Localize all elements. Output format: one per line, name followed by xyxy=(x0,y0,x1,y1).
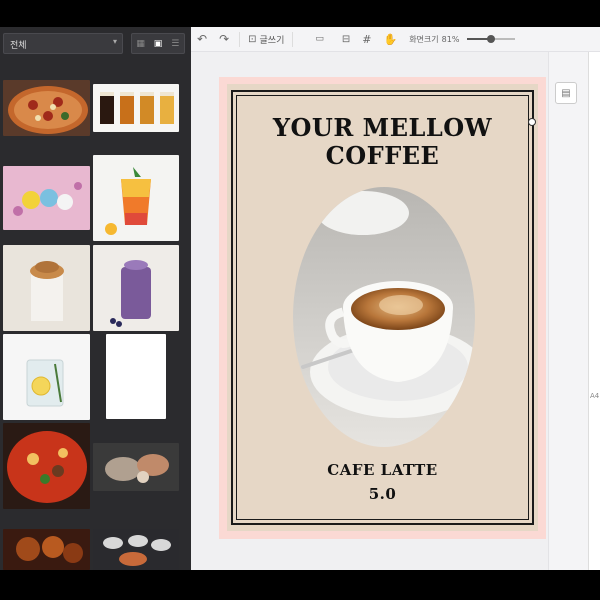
text-box-icon: ⊡ xyxy=(248,33,257,45)
view-grid-icon[interactable]: ▣ xyxy=(149,34,166,53)
latte-cup-image xyxy=(293,187,475,447)
thumbnail-seafood[interactable] xyxy=(93,443,179,491)
fruit-drink-image xyxy=(93,155,179,241)
beer-glasses-image xyxy=(93,84,179,132)
poster-title-line1: YOUR MELLOW xyxy=(272,113,493,142)
redo-button[interactable]: ↷ xyxy=(213,27,235,52)
thumbnail-dalgona-coffee[interactable] xyxy=(3,245,90,331)
page-size-label: A4 xyxy=(590,392,600,400)
thumbnail-spicy-stew[interactable] xyxy=(3,423,90,509)
pizza-image xyxy=(3,80,90,136)
poster-page[interactable]: YOUR MELLOW COFFEE CAFE LATTE 5.0 xyxy=(227,84,538,531)
thumbnail-berry-smoothie[interactable] xyxy=(93,245,179,331)
berry-smoothie-image xyxy=(93,245,179,331)
hand-tool-button[interactable]: ✋ xyxy=(377,27,403,52)
spellcheck-button[interactable]: ▭ xyxy=(297,27,336,52)
thumbnail-blank[interactable] xyxy=(106,334,166,419)
poster-title-line2: COFFEE xyxy=(325,141,440,170)
poster-title[interactable]: YOUR MELLOW COFFEE xyxy=(227,114,538,170)
thumbnail-beers[interactable] xyxy=(93,84,179,132)
table-dishes-image xyxy=(93,529,179,570)
zoom-value: 81% xyxy=(441,34,460,44)
image-frame-button[interactable]: ⊟ xyxy=(336,27,356,52)
macarons-image xyxy=(3,166,90,230)
fried-chicken-image xyxy=(3,529,90,570)
zoom-label: 화면크기 xyxy=(409,34,439,44)
thumbnail-pizza[interactable] xyxy=(3,80,90,136)
view-list-icon[interactable]: ☰ xyxy=(167,34,184,53)
image-frame-icon: ⊟ xyxy=(341,33,351,45)
seafood-image xyxy=(93,443,179,491)
zoom-slider[interactable] xyxy=(467,35,516,43)
properties-panel-edge: A4 xyxy=(588,52,600,570)
thumbnail-table-dishes[interactable] xyxy=(93,529,179,570)
bottom-black-bar xyxy=(0,570,600,600)
chevron-down-icon: ▾ xyxy=(112,37,117,46)
grid-button[interactable]: # xyxy=(356,27,377,52)
coffee-photo[interactable] xyxy=(293,187,475,447)
editor-canvas-area: ↶ ↷ ⊡ 글쓰기 ▭ ⊟ # ✋ 화면크기 81% YOUR MELLOW C… xyxy=(191,27,600,570)
view-mode-toggle: ▦ ▣ ☰ xyxy=(131,33,185,54)
poster-item[interactable]: CAFE LATTE 5.0 xyxy=(227,458,538,506)
poster-item-name: CAFE LATTE xyxy=(327,461,438,479)
view-large-icon[interactable]: ▦ xyxy=(132,34,149,53)
document-icon[interactable]: ▤ xyxy=(555,82,577,104)
write-text-button[interactable]: ⊡ 글쓰기 xyxy=(244,27,288,52)
toolbar-divider xyxy=(239,31,241,47)
grid-icon: # xyxy=(362,32,372,46)
lemon-water-image xyxy=(3,334,90,420)
thumbnail-macarons[interactable] xyxy=(3,166,90,230)
undo-button[interactable]: ↶ xyxy=(191,27,213,52)
zoom-slider-knob[interactable] xyxy=(487,35,496,43)
thumbnail-fried-chicken[interactable] xyxy=(3,529,90,570)
right-tool-panel: ▤ xyxy=(548,52,588,570)
thumbnail-lemon-water[interactable] xyxy=(3,334,90,420)
image-library-panel: 전체 ▾ ▦ ▣ ☰ xyxy=(0,27,191,570)
poster-price: 5.0 xyxy=(368,485,397,503)
category-filter-select[interactable]: 전체 ▾ xyxy=(3,33,123,54)
dalgona-coffee-image xyxy=(3,245,90,331)
top-black-bar xyxy=(0,0,600,27)
spellcheck-icon: ▭ xyxy=(315,34,324,44)
undo-icon: ↶ xyxy=(197,32,208,46)
resize-handle[interactable] xyxy=(528,118,536,126)
spicy-stew-image xyxy=(3,423,90,509)
write-text-label: 글쓰기 xyxy=(259,35,285,46)
editor-toolbar: ↶ ↷ ⊡ 글쓰기 ▭ ⊟ # ✋ 화면크기 81% xyxy=(191,27,600,52)
hand-icon: ✋ xyxy=(383,32,398,46)
thumbnail-fruit-drink[interactable] xyxy=(93,155,179,241)
category-filter-value: 전체 xyxy=(10,41,27,51)
redo-icon: ↷ xyxy=(219,32,230,46)
toolbar-divider xyxy=(292,31,294,47)
